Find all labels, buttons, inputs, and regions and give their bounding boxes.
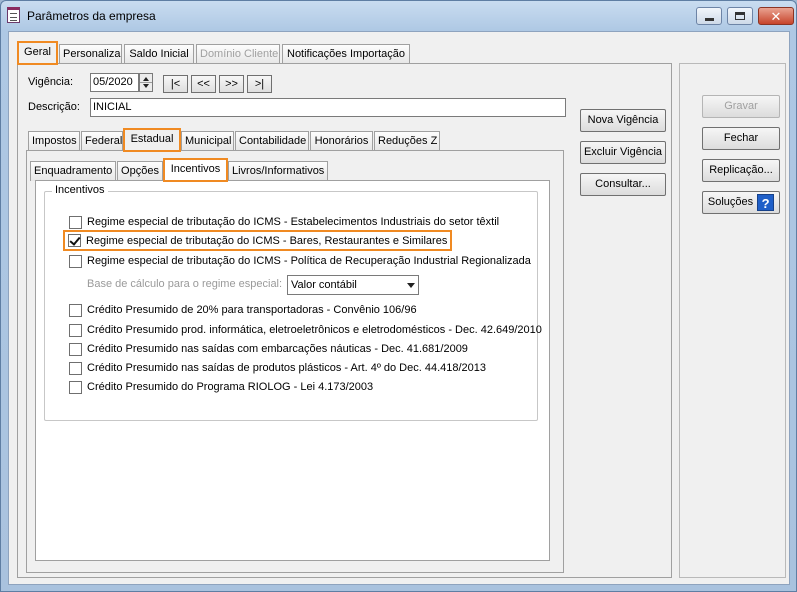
checkbox-box[interactable] bbox=[69, 380, 82, 394]
next-button[interactable]: >> bbox=[219, 75, 244, 93]
solucoes-label: Soluções bbox=[707, 196, 754, 208]
incentivos-group-title: Incentivos bbox=[52, 184, 108, 196]
checkbox-label: Crédito Presumido nas saídas de produtos… bbox=[87, 362, 487, 374]
checkbox-regime-textil[interactable]: Regime especial de tributação do ICMS - … bbox=[69, 214, 499, 230]
tab-saldo-inicial[interactable]: Saldo Inicial bbox=[124, 44, 194, 64]
last-button[interactable]: >| bbox=[247, 75, 272, 93]
tab-contabilidade[interactable]: Contabilidade bbox=[235, 131, 309, 151]
tab-incentivos[interactable]: Incentivos bbox=[163, 158, 228, 182]
checkbox-regime-recuperacao[interactable]: Regime especial de tributação do ICMS - … bbox=[69, 253, 531, 269]
vigencia-label: Vigência: bbox=[28, 76, 74, 88]
tab-impostos[interactable]: Impostos bbox=[28, 131, 80, 151]
excluir-vigencia-button[interactable]: Excluir Vigência bbox=[580, 141, 666, 164]
checkbox-box[interactable] bbox=[69, 342, 82, 356]
tab-reducoes-z[interactable]: Reduções Z bbox=[374, 131, 440, 151]
tab-enquadramento[interactable]: Enquadramento bbox=[30, 161, 116, 181]
estadual-subtab-strip: Enquadramento Opções Incentivos Livros/I… bbox=[29, 158, 349, 182]
tab-municipal[interactable]: Municipal bbox=[181, 131, 234, 151]
base-calculo-value: Valor contábil bbox=[291, 279, 357, 291]
checkbox-label: Crédito Presumido prod. informática, ele… bbox=[87, 324, 542, 336]
document-icon bbox=[7, 7, 20, 23]
vigencia-stepper[interactable] bbox=[139, 73, 153, 92]
checkbox-credito-transportadoras[interactable]: Crédito Presumido de 20% para transporta… bbox=[69, 302, 417, 318]
side-panel: Gravar Fechar Replicação... Soluções ? bbox=[679, 63, 786, 578]
checkbox-label: Crédito Presumido de 20% para transporta… bbox=[87, 304, 417, 316]
checkbox-credito-informatica[interactable]: Crédito Presumido prod. informática, ele… bbox=[69, 322, 542, 338]
checkbox-credito-riolog[interactable]: Crédito Presumido do Programa RIOLOG - L… bbox=[69, 379, 373, 395]
replicacao-button[interactable]: Replicação... bbox=[702, 159, 780, 182]
window-title: Parâmetros da empresa bbox=[27, 9, 156, 23]
checkbox-credito-plasticos[interactable]: Crédito Presumido nas saídas de produtos… bbox=[69, 360, 486, 376]
chevron-down-icon bbox=[407, 283, 415, 288]
checkbox-box[interactable] bbox=[69, 254, 82, 268]
checkbox-box[interactable] bbox=[69, 361, 82, 375]
arrow-up-icon bbox=[143, 77, 149, 81]
tab-opcoes[interactable]: Opções bbox=[117, 161, 163, 181]
top-tab-strip: Geral Personaliza Saldo Inicial Domínio … bbox=[15, 41, 695, 65]
checkbox-box[interactable] bbox=[69, 323, 82, 337]
descricao-label: Descrição: bbox=[28, 101, 80, 113]
geral-panel: Vigência: 05/2020 |< << >> >| Descrição:… bbox=[17, 63, 672, 578]
close-icon: ✕ bbox=[770, 8, 782, 24]
main-window: Parâmetros da empresa ✕ Geral Personaliz… bbox=[0, 0, 797, 592]
checkbox-label: Crédito Presumido nas saídas com embarca… bbox=[87, 343, 468, 355]
first-button[interactable]: |< bbox=[163, 75, 188, 93]
tab-honorarios[interactable]: Honorários bbox=[310, 131, 373, 151]
arrow-down-icon bbox=[143, 84, 149, 88]
checkbox-regime-bares[interactable]: Regime especial de tributação do ICMS - … bbox=[62, 230, 453, 251]
maximize-button[interactable] bbox=[727, 7, 753, 25]
checkbox-box[interactable] bbox=[69, 215, 82, 229]
close-button[interactable]: ✕ bbox=[758, 7, 794, 25]
incentivos-group: Incentivos Regime especial de tributação… bbox=[44, 184, 542, 421]
gravar-button[interactable]: Gravar bbox=[702, 95, 780, 118]
tab-federal[interactable]: Federal bbox=[81, 131, 123, 151]
tab-personaliza[interactable]: Personaliza bbox=[59, 44, 122, 64]
tab-estadual[interactable]: Estadual bbox=[123, 128, 181, 152]
consultar-button[interactable]: Consultar... bbox=[580, 173, 666, 196]
checkbox-label: Regime especial de tributação do ICMS - … bbox=[87, 216, 500, 228]
fechar-button[interactable]: Fechar bbox=[702, 127, 780, 150]
tab-geral[interactable]: Geral bbox=[17, 41, 58, 65]
nova-vigencia-button[interactable]: Nova Vigência bbox=[580, 109, 666, 132]
checkbox-box-checked[interactable] bbox=[68, 234, 81, 247]
vigencia-field[interactable]: 05/2020 bbox=[90, 73, 139, 92]
tab-livros-informativos[interactable]: Livros/Informativos bbox=[228, 161, 328, 181]
base-calculo-select[interactable]: Valor contábil bbox=[287, 275, 419, 295]
solucoes-button[interactable]: Soluções ? bbox=[702, 191, 780, 214]
help-icon: ? bbox=[757, 194, 775, 211]
checkbox-credito-nauticas[interactable]: Crédito Presumido nas saídas com embarca… bbox=[69, 341, 468, 357]
tab-notificacoes-importacao[interactable]: Notificações Importação bbox=[282, 44, 410, 64]
window-client-area: Geral Personaliza Saldo Inicial Domínio … bbox=[8, 31, 790, 585]
checkbox-label: Crédito Presumido do Programa RIOLOG - L… bbox=[87, 381, 374, 393]
title-bar[interactable]: Parâmetros da empresa ✕ bbox=[1, 1, 796, 31]
tab-dominio-cliente[interactable]: Domínio Cliente bbox=[196, 44, 280, 64]
estadual-tab-strip: Impostos Federal Estadual Municipal Cont… bbox=[26, 128, 506, 152]
maximize-icon bbox=[735, 12, 745, 20]
checkbox-label: Regime especial de tributação do ICMS - … bbox=[86, 234, 448, 247]
checkbox-box[interactable] bbox=[69, 303, 82, 317]
minimize-button[interactable] bbox=[696, 7, 722, 25]
minimize-icon bbox=[704, 17, 714, 21]
base-calculo-label: Base de cálculo para o regime especial: bbox=[87, 278, 283, 290]
descricao-field[interactable]: INICIAL bbox=[90, 98, 566, 117]
checkbox-label: Regime especial de tributação do ICMS - … bbox=[87, 255, 531, 267]
incentivos-panel: Incentivos Regime especial de tributação… bbox=[35, 180, 550, 561]
previous-button[interactable]: << bbox=[191, 75, 216, 93]
estadual-panel: Enquadramento Opções Incentivos Livros/I… bbox=[26, 150, 564, 573]
